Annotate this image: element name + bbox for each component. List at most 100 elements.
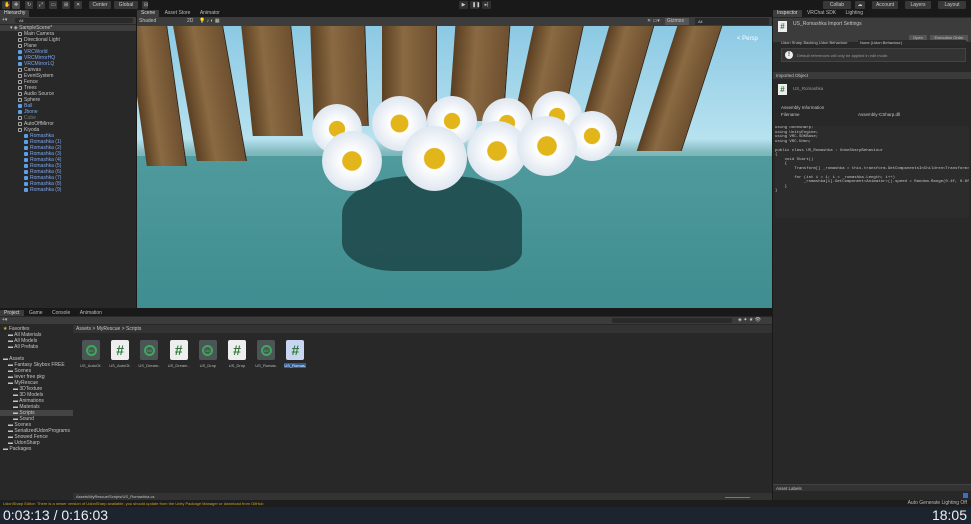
backing-behaviour-field[interactable]: None (Udon Behaviour) [858,40,966,45]
tab-animator[interactable]: Animator [196,10,224,17]
collab-dropdown[interactable]: Collab [823,1,851,9]
tab-lighting[interactable]: Lighting [842,10,868,17]
assembly-info-label: Assembly Information [781,105,825,110]
folder-icon: ▬ [3,446,8,452]
gameobject-icon [24,157,28,162]
scene-viewport[interactable]: < Persp [137,26,772,308]
cloud-icon[interactable]: ☁ [855,1,865,9]
inspector-title: US_Romashka Import Settings [793,21,862,27]
status-bar-warning[interactable]: UdonSharp Editor: There is a newer versi… [3,500,823,507]
gameobject-icon [18,37,22,42]
asset-file-label: US_Dream... [167,363,190,368]
tab-project[interactable]: Project [0,310,24,316]
tab-game[interactable]: Game [25,310,47,316]
hierarchy-search-input[interactable]: All [15,18,133,23]
asset-file-label: US_AutoOf... [80,363,102,368]
asset-file[interactable]: # US_Dream... [168,340,190,368]
asset-file[interactable]: # US_Drop [226,340,248,368]
gameobject-icon [18,55,22,60]
asset-labels-button[interactable] [963,493,968,498]
gameobject-icon [24,145,28,150]
play-button[interactable]: ▶ [459,1,468,9]
udon-program-icon: U# [140,340,159,360]
step-button[interactable]: ▸| [482,1,491,9]
create-icon[interactable]: +▾ [2,317,7,324]
gameobject-icon [24,187,28,192]
gameobject-icon [24,133,28,138]
tab-console[interactable]: Console [48,310,74,316]
breadcrumb-myrescue[interactable]: MyRescue [97,326,121,332]
tab-hierarchy[interactable]: Hierarchy [0,10,30,17]
snap-icon[interactable]: ⊟ [142,1,148,9]
breadcrumb-assets[interactable]: Assets [76,326,91,332]
move-tool-icon[interactable]: ✥ [12,1,20,9]
account-dropdown[interactable]: Account [872,1,898,9]
info-text: Default references will only be applied … [797,53,889,58]
hierarchy-toolbar: +▾ All [0,17,136,24]
icon-size-slider[interactable] [725,497,750,498]
asset-file-label: US_Romas... [255,363,278,368]
pivot-center-button[interactable]: Center [89,1,111,9]
asset-file[interactable]: # US_Romas... [284,340,307,368]
inspector-header: # US_Romashka Import Settings Open Execu… [773,18,971,42]
rotate-tool-icon[interactable]: ↻ [25,1,33,9]
gameobject-icon [24,181,28,186]
gameobject-icon [18,79,22,84]
2d-toggle[interactable]: 2D [187,18,193,25]
tab-scene[interactable]: Scene [137,10,160,17]
asset-file[interactable]: U# US_Romas... [255,340,277,368]
tab-animation[interactable]: Animation [76,310,106,316]
pause-button[interactable]: ❚❚ [470,1,480,9]
layout-dropdown[interactable]: Layout [938,1,966,9]
asset-file[interactable]: # US_AutoOf... [109,340,131,368]
gameobject-icon [24,151,28,156]
shading-dropdown[interactable]: Shaded [139,18,181,25]
fence-plank [241,26,303,136]
add-icon[interactable]: +▾ [2,17,7,24]
hierarchy-item[interactable]: Romashka (9) [0,187,136,193]
asset-file[interactable]: U# US_Drop [197,340,219,368]
gameobject-icon [18,127,22,132]
gameobject-icon [24,169,28,174]
tab-asset-store[interactable]: Asset Store [161,10,195,17]
breadcrumb: Assets > MyRescue > Scripts [73,325,772,333]
folder-icon: ▬ [8,344,13,350]
tools-icon[interactable]: ✕ ▭▾ [647,18,660,25]
layers-dropdown[interactable]: Layers [905,1,931,9]
gizmos-dropdown[interactable]: Gizmos [665,18,689,25]
script-source-preview: using UdonSharp; using UnityEngine; usin… [775,126,969,218]
rect-tool-icon[interactable]: ▭ [49,1,57,9]
scale-tool-icon[interactable]: ⤢ [37,1,45,9]
scene-gizmo-persp[interactable]: < Persp [737,36,758,42]
pivot-global-button[interactable]: Global [114,1,138,9]
udon-program-icon: U# [198,340,217,360]
tab-vrchat-sdk[interactable]: VRChat SDK [803,10,840,17]
hierarchy-item-label: Romashka (9) [30,187,62,193]
custom-tool-icon[interactable]: ✕ [74,1,82,9]
asset-file-label: US_Drop [199,363,217,368]
scene-search-input[interactable]: All [695,18,769,25]
lighting-toggle-icon[interactable]: 💡 ♪ ◐ ▦ [199,18,220,25]
gameobject-icon [18,109,22,114]
gameobject-icon [18,43,22,48]
asset-file-label: US_Romas... [284,363,307,368]
csharp-script-icon: # [286,340,305,360]
transform-tool-icon[interactable]: ⊞ [62,1,70,9]
breadcrumb-scripts[interactable]: Scripts [126,326,141,332]
project-search-input[interactable] [612,318,732,323]
asset-file-label: US_Dream... [138,363,161,368]
gameobject-icon [18,49,22,54]
gameobject-icon [18,91,22,96]
tab-inspector[interactable]: Inspector [773,10,802,17]
fence-plank [173,26,247,161]
gameobject-icon [24,163,28,168]
info-icon: ! [785,51,793,59]
asset-file[interactable]: U# US_Dream... [138,340,160,368]
gameobject-icon [18,31,22,36]
hand-tool-icon[interactable]: ✋ [2,1,10,9]
filter-icons[interactable]: ◈ ✦ ★ 👁 [738,317,761,324]
project-tree-item[interactable]: ▬ Packages [0,446,73,452]
filename-value: Assembly-CSharp.dll [858,112,901,117]
backing-behaviour-label: Udon Sharp Backing Udon Behaviour [781,40,848,45]
asset-file[interactable]: U# US_AutoOf... [80,340,102,368]
